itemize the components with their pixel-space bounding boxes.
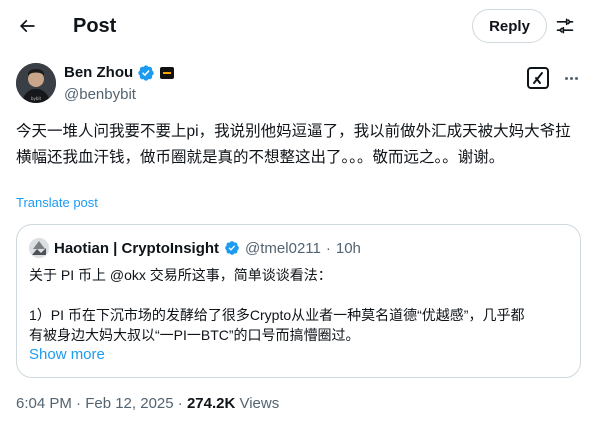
views-label: Views <box>235 395 280 412</box>
quoted-text-line: 1）PI 币在下沉市场的发酵给了很多Crypto从业者一种莫名道德“优越感”，几… <box>29 307 525 323</box>
svg-text:bybit: bybit <box>31 96 42 101</box>
verified-badge-icon <box>225 241 239 255</box>
affiliate-badge-icon[interactable] <box>159 65 175 81</box>
separator-dot: · <box>173 395 187 412</box>
verified-badge-icon <box>138 65 154 81</box>
show-more-link[interactable]: Show more <box>29 345 105 365</box>
separator-dot: · <box>325 239 331 257</box>
post-metadata: 6:04 PM · Feb 12, 2025 · 274.2K Views <box>16 394 279 414</box>
quoted-post-header: Haotian | CryptoInsight @tmel0211 · 10h <box>29 238 361 258</box>
author-handle[interactable]: @benbybit <box>64 85 136 105</box>
quoted-avatar <box>29 238 49 258</box>
post-text: 今天一堆人问我要不要上pi，我说别他妈逗逼了，我以前做外汇成天被大妈大爷拉横幅还… <box>16 123 571 166</box>
reply-button[interactable]: Reply <box>472 9 547 43</box>
more-icon-dot <box>564 76 568 80</box>
views-count: 274.2K <box>186 395 236 412</box>
avatar-photo-icon: bybit <box>16 63 56 103</box>
post-timestamp[interactable]: 6:04 PM · Feb 12, 2025 <box>16 395 174 412</box>
back-button[interactable] <box>11 10 43 42</box>
more-button[interactable] <box>559 66 583 90</box>
quoted-text-line: 关于 PI 币上 @okx 交易所这事，简单谈谈看法： <box>29 267 332 283</box>
post-header: Post Reply <box>0 0 594 53</box>
quoted-author-handle: @tmel0211 <box>245 239 321 257</box>
more-icon-dot <box>574 76 578 80</box>
translate-post-link[interactable]: Translate post <box>16 194 98 212</box>
author-name-row: Ben Zhou <box>64 63 175 83</box>
grok-icon[interactable] <box>526 66 550 90</box>
sliders-icon <box>556 18 574 34</box>
quoted-author-name: Haotian | CryptoInsight <box>54 239 220 257</box>
author-name[interactable]: Ben Zhou <box>64 63 133 83</box>
more-icon-dot <box>569 76 573 80</box>
quoted-avatar-icon <box>29 238 49 258</box>
quoted-post[interactable]: Haotian | CryptoInsight @tmel0211 · 10h … <box>16 224 581 378</box>
avatar[interactable]: bybit <box>16 63 56 103</box>
page-title: Post <box>73 15 117 37</box>
arrow-left-icon <box>19 19 35 33</box>
adjust-button[interactable] <box>552 13 578 39</box>
quoted-text-line: 有被身边大妈大叔以“一PI一BTC”的口号而搞懵圈过。 <box>29 327 360 343</box>
quoted-timestamp: 10h <box>335 239 361 257</box>
